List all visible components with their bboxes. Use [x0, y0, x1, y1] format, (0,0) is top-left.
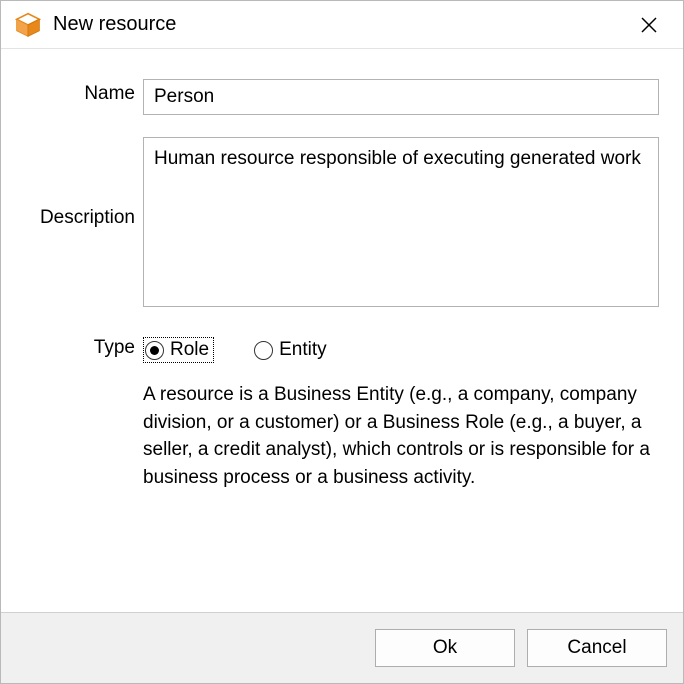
dialog-content: Name Description Human resource responsi…	[1, 49, 683, 612]
description-textarea[interactable]: Human resource responsible of executing …	[143, 137, 659, 307]
row-type: Type Role Entity A resource is a Busines…	[13, 335, 659, 491]
type-radio-group: Role Entity	[143, 335, 659, 363]
button-bar: Ok Cancel	[1, 612, 683, 683]
ok-button[interactable]: Ok	[375, 629, 515, 667]
dialog-new-resource: New resource Name Description Human reso…	[0, 0, 684, 684]
type-help-text: A resource is a Business Entity (e.g., a…	[143, 381, 659, 491]
radio-role[interactable]: Role	[143, 337, 214, 363]
radio-entity-label: Entity	[279, 339, 327, 361]
row-description: Description Human resource responsible o…	[13, 137, 659, 313]
radio-icon	[254, 341, 273, 360]
radio-icon	[145, 341, 164, 360]
radio-entity[interactable]: Entity	[254, 339, 327, 361]
name-label: Name	[13, 79, 143, 105]
close-icon	[641, 17, 657, 33]
titlebar: New resource	[1, 1, 683, 49]
dialog-title: New resource	[53, 13, 629, 36]
type-label: Type	[13, 335, 143, 359]
description-label: Description	[13, 137, 143, 229]
name-input[interactable]	[143, 79, 659, 115]
row-name: Name	[13, 79, 659, 115]
cube-icon	[15, 12, 41, 38]
close-button[interactable]	[629, 5, 669, 45]
cancel-button[interactable]: Cancel	[527, 629, 667, 667]
radio-role-label: Role	[170, 339, 209, 361]
